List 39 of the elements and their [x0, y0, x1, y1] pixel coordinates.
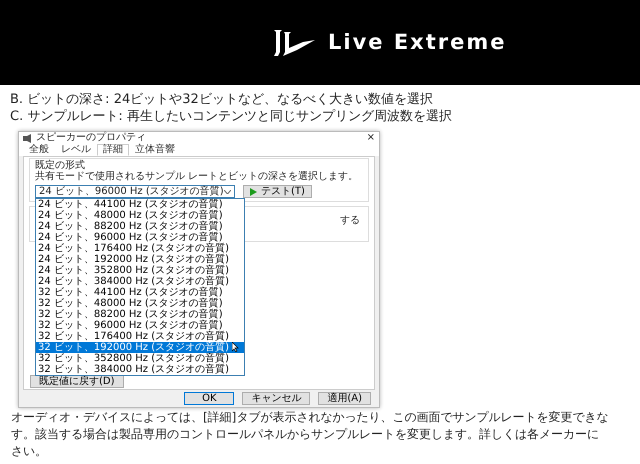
reset-button[interactable]: 既定値に戻す(D) — [30, 375, 124, 388]
close-button[interactable]: × — [366, 132, 375, 144]
dropdown[interactable]: 24 ビット、96000 Hz (スタジオの音質) — [35, 185, 235, 198]
dialog-button[interactable]: 適用(A) — [318, 392, 371, 405]
text-line: オーディオ・デバイスによっては、[詳細]タブが表示されなかったり、この画面でサンプルレートを変更できな — [11, 409, 610, 426]
list-option[interactable]: 32 ビット、44100 Hz (スタジオの音質) — [36, 287, 244, 298]
play-icon — [250, 188, 257, 196]
list-option[interactable]: 32 ビット、384000 Hz (スタジオの音質) — [36, 364, 244, 375]
logo-icon — [272, 28, 316, 58]
text-line: す。該当する場合は製品専用のコントロールパネルからサンプルレートを変更します。詳しくは各メーカーに — [11, 426, 600, 443]
list-option[interactable]: 32 ビット、176400 Hz (スタジオの音質) — [36, 331, 244, 342]
list-option[interactable]: 32 ビット、96000 Hz (スタジオの音質) — [36, 320, 244, 331]
tab[interactable]: 詳細 — [97, 144, 129, 156]
speaker-icon — [23, 134, 32, 142]
list-option[interactable]: 32 ビット、88200 Hz (スタジオの音質) — [36, 309, 244, 320]
brand-name: Live Extreme — [328, 28, 506, 56]
text-line: C. サンプルレート: 再生したいコンテンツと同じサンプリング周波数を選択 — [10, 108, 453, 125]
dialog-button[interactable]: OK — [184, 392, 234, 405]
text-line: B. ビットの深さ: 24ビットや32ビットなど、なるべく大きい数値を選択 — [10, 91, 434, 108]
text-line: さい。 — [11, 443, 48, 460]
cursor-icon — [232, 342, 239, 352]
group-label: 既定の形式 — [35, 160, 86, 171]
list-option[interactable]: 24 ビット、88200 Hz (スタジオの音質) — [36, 221, 244, 232]
list-option[interactable]: 24 ビット、176400 Hz (スタジオの音質) — [36, 243, 244, 254]
window-title: スピーカーのプロパティ — [36, 132, 146, 144]
list-option[interactable]: 24 ビット、384000 Hz (スタジオの音質) — [36, 276, 244, 287]
list-option[interactable]: 24 ビット、96000 Hz (スタジオの音質) — [36, 232, 244, 243]
list-option[interactable]: 32 ビット、48000 Hz (スタジオの音質) — [36, 298, 244, 309]
list-option[interactable]: 32 ビット、192000 Hz (スタジオの音質) — [36, 342, 244, 353]
group-text: する — [340, 215, 360, 228]
list-option[interactable]: 24 ビット、44100 Hz (スタジオの音質) — [36, 199, 244, 210]
caret-icon — [224, 190, 231, 194]
list-option[interactable]: 24 ビット、192000 Hz (スタジオの音質) — [36, 254, 244, 265]
dialog-button[interactable]: キャンセル — [242, 392, 310, 405]
list-option[interactable]: 24 ビット、48000 Hz (スタジオの音質) — [36, 210, 244, 221]
description-text: 共有モードで使用されるサンプル レートとビットの深さを選択します。 — [35, 171, 358, 183]
list-option[interactable]: 24 ビット、352800 Hz (スタジオの音質) — [36, 265, 244, 276]
test-button[interactable]: テスト(T) — [243, 185, 312, 198]
list-option[interactable]: 32 ビット、352800 Hz (スタジオの音質) — [36, 353, 244, 364]
